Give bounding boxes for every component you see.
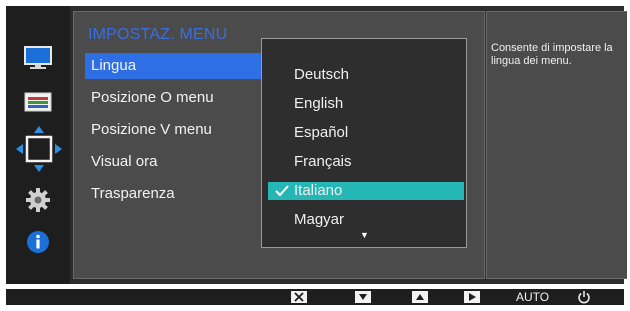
up-arrow-icon[interactable] bbox=[412, 291, 428, 303]
close-icon[interactable] bbox=[291, 291, 307, 303]
onscreen-display-icon[interactable] bbox=[14, 124, 64, 174]
menu-title: IMPOSTAZ. MENU bbox=[88, 26, 228, 43]
picture-icon[interactable] bbox=[20, 40, 56, 76]
language-option-deutsch[interactable]: Deutsch bbox=[268, 66, 464, 84]
power-icon[interactable] bbox=[577, 290, 591, 304]
language-option-francais[interactable]: Français bbox=[268, 153, 464, 171]
help-text: Consente di impostare la lingua dei menu… bbox=[491, 42, 613, 67]
help-panel: Consente di impostare la lingua dei menu… bbox=[486, 11, 627, 279]
auto-button[interactable]: AUTO bbox=[516, 290, 549, 304]
language-option-label: Italiano bbox=[294, 182, 343, 199]
sidebar-icon-bar bbox=[6, 6, 70, 284]
setup-icon[interactable] bbox=[20, 182, 56, 218]
language-option-italiano[interactable]: Italiano bbox=[268, 182, 464, 200]
bottom-button-bar: AUTO bbox=[6, 289, 624, 305]
enter-icon[interactable] bbox=[464, 291, 480, 303]
information-icon[interactable] bbox=[20, 224, 56, 260]
checkmark-icon bbox=[274, 182, 290, 200]
osd-window: IMPOSTAZ. MENU Lingua Posizione O menu P… bbox=[6, 6, 627, 284]
language-option-espanol[interactable]: Español bbox=[268, 124, 464, 142]
language-option-magyar[interactable]: Magyar bbox=[268, 211, 464, 229]
language-option-english[interactable]: English bbox=[268, 95, 464, 113]
scroll-down-indicator[interactable]: ▼ bbox=[360, 230, 369, 240]
main-menu-panel: IMPOSTAZ. MENU Lingua Posizione O menu P… bbox=[73, 11, 485, 279]
down-arrow-icon[interactable] bbox=[355, 291, 371, 303]
color-icon[interactable] bbox=[20, 84, 56, 120]
language-dropdown[interactable]: Deutsch English Español Français Italian… bbox=[261, 38, 467, 248]
